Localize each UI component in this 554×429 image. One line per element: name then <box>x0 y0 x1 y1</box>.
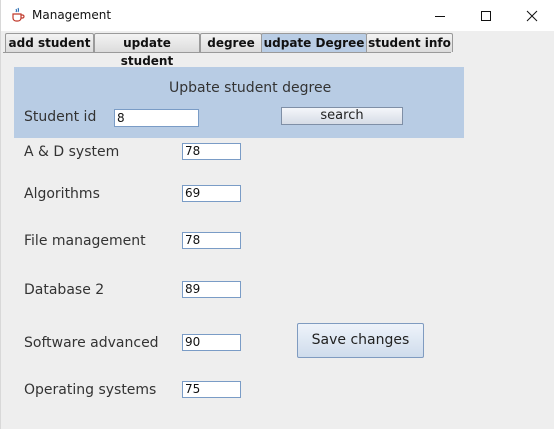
save-changes-button[interactable]: Save changes <box>297 323 424 358</box>
grade-input-database-2[interactable]: 89 <box>182 281 241 298</box>
tab-update-student[interactable]: update student <box>94 33 200 68</box>
subject-label-software-advanced: Software advanced <box>24 335 159 351</box>
close-button[interactable] <box>509 0 554 31</box>
maximize-icon <box>481 10 491 21</box>
tab-student-info[interactable]: student info <box>366 33 453 52</box>
grade-input-operating-systems[interactable]: 75 <box>182 381 241 398</box>
grade-input-software-advanced[interactable]: 90 <box>182 334 241 351</box>
subject-label-database-2: Database 2 <box>24 282 105 298</box>
subject-label-operating-systems: Operating systems <box>24 382 157 398</box>
maximize-button[interactable] <box>463 0 509 31</box>
grade-input-file-management[interactable]: 78 <box>182 232 241 249</box>
tab-update-degree[interactable]: udpate Degree <box>261 33 367 52</box>
student-id-input[interactable]: 8 <box>114 109 199 127</box>
panel-title: Upbate student degree <box>169 80 332 96</box>
grade-input-algorithms[interactable]: 69 <box>182 185 241 202</box>
management-window: Management add student update student de… <box>0 0 554 429</box>
window-title: Management <box>32 8 112 22</box>
search-panel <box>14 67 464 138</box>
minimize-icon <box>435 15 445 17</box>
close-icon <box>526 10 538 21</box>
subject-label-ad-system: A & D system <box>24 144 120 160</box>
title-bar: Management <box>1 0 554 31</box>
tab-divider <box>3 52 451 53</box>
minimize-button[interactable] <box>417 0 463 31</box>
subject-label-algorithms: Algorithms <box>24 186 100 202</box>
java-coffee-cup-icon <box>12 7 25 22</box>
tab-degree[interactable]: degree <box>200 33 262 52</box>
tab-add-student[interactable]: add student <box>5 33 94 52</box>
grade-input-ad-system[interactable]: 78 <box>182 143 241 160</box>
student-id-label: Student id <box>24 109 97 125</box>
search-button[interactable]: search <box>281 107 403 125</box>
subject-label-file-management: File management <box>24 233 146 249</box>
